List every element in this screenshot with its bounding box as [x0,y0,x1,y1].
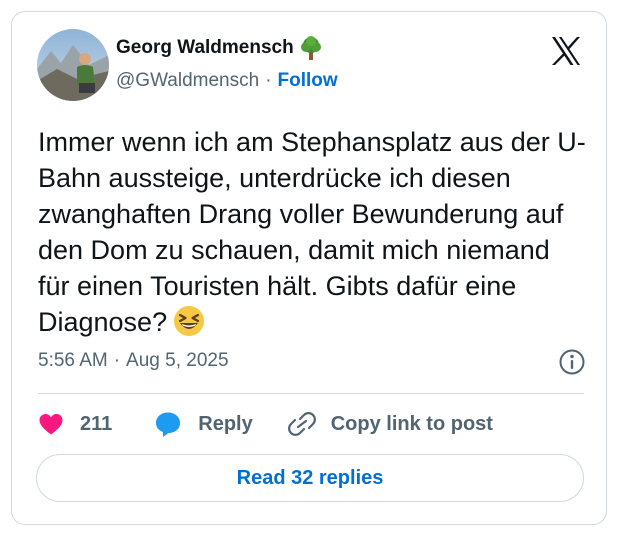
x-logo-icon[interactable] [550,36,582,66]
tweet-card: Georg Waldmensch @GWaldmensch · Follow I… [11,11,607,525]
reply-label: Reply [198,412,253,435]
tweet-time: 5:56 AM [38,350,108,371]
follow-button[interactable]: Follow [278,70,338,92]
copy-link-button[interactable]: Copy link to post [287,410,493,438]
like-count: 211 [80,412,113,435]
separator-dot: · [113,350,121,371]
divider [38,393,584,394]
author-handle[interactable]: @GWaldmensch [116,70,259,92]
link-icon [287,412,316,436]
like-button[interactable]: 211 [38,412,112,436]
tweet-date: Aug 5, 2025 [126,350,229,371]
avatar[interactable] [37,29,109,101]
tweet-timestamp[interactable]: 5:56 AM · Aug 5, 2025 [38,350,229,372]
separator-dot: · [265,70,272,91]
tweet-body: Immer wenn ich am Stephansplatz aus der … [38,127,586,337]
reply-button[interactable]: Reply [154,410,253,438]
grinning-squinting-face-icon [173,305,205,337]
deciduous-tree-icon [300,36,322,60]
info-icon[interactable] [558,348,586,376]
action-bar: 211 Reply Copy link to post [38,409,493,439]
author-name[interactable]: Georg Waldmensch [116,37,294,59]
tweet-text: Immer wenn ich am Stephansplatz aus der … [38,124,588,340]
heart-icon [39,414,63,435]
copy-link-label: Copy link to post [330,412,493,435]
read-replies-button[interactable]: Read 32 replies [36,454,584,502]
reply-bubble-icon [156,412,181,437]
